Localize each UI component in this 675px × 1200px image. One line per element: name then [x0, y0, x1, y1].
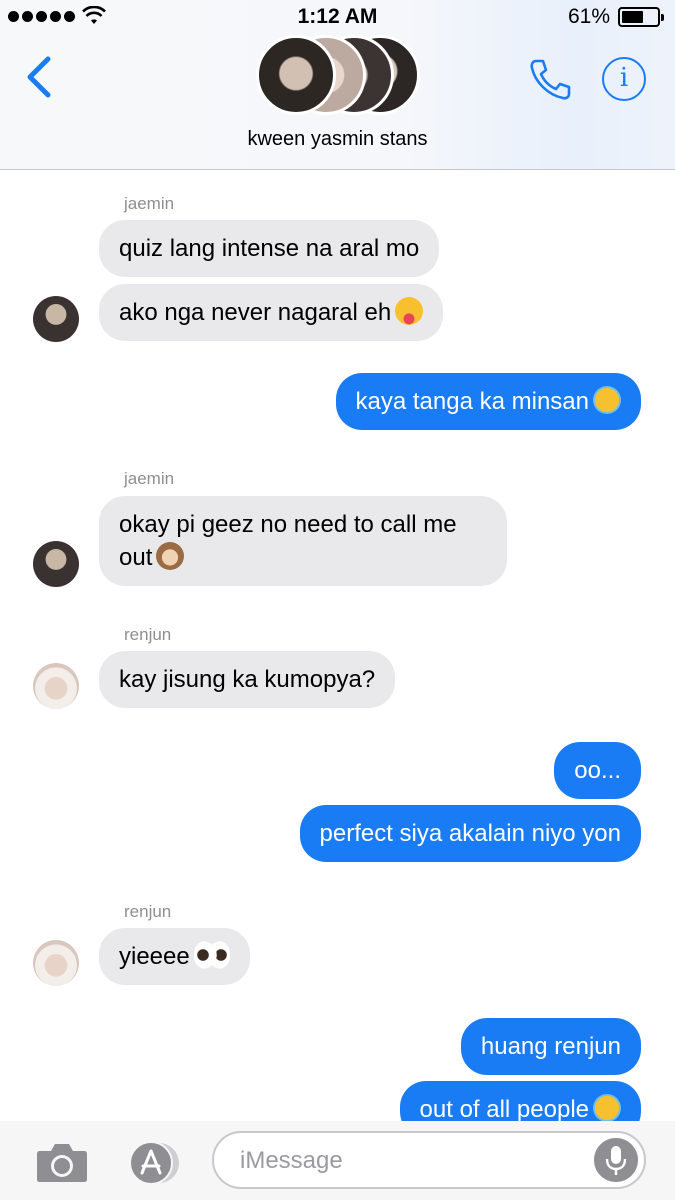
incoming-message-bubble[interactable]: kay jisung ka kumopya? — [99, 651, 396, 708]
avatar — [256, 35, 336, 115]
outgoing-message-bubble[interactable]: huang renjun — [460, 1018, 641, 1075]
loudly-crying-emoji — [593, 386, 621, 414]
message-text: kay jisung ka kumopya? — [119, 666, 376, 693]
chevron-left-icon[interactable] — [22, 55, 58, 99]
message-thread[interactable]: jaemin quiz lang intense na aral mo ako … — [0, 171, 675, 1121]
app-store-icon[interactable] — [123, 1141, 183, 1185]
group-name[interactable]: kween yasmin stans — [0, 128, 675, 151]
sender-name: jaemin — [124, 194, 175, 213]
battery-icon — [618, 7, 664, 27]
outgoing-message-bubble[interactable]: kaya tanga ka minsan — [335, 373, 641, 430]
sender-name: renjun — [124, 902, 172, 921]
info-icon[interactable]: i — [602, 57, 646, 101]
status-bar: 1:12 AM 61% — [0, 0, 675, 34]
avatar[interactable] — [33, 663, 79, 709]
message-text: kaya tanga ka minsan — [355, 388, 589, 415]
avatar[interactable] — [33, 296, 79, 342]
message-text: quiz lang intense na aral mo — [119, 235, 420, 262]
sender-name: renjun — [124, 625, 172, 644]
see-no-evil-monkey-emoji — [156, 542, 185, 570]
eyes-emoji — [193, 941, 230, 969]
avatar[interactable] — [33, 541, 79, 587]
outgoing-message-bubble[interactable]: oo... — [554, 742, 641, 799]
message-text: oo... — [574, 757, 621, 784]
camera-icon[interactable] — [36, 1141, 88, 1183]
incoming-message-bubble[interactable]: okay pi geez no need to call me out — [99, 496, 507, 586]
phone-icon[interactable] — [527, 58, 573, 100]
microphone-icon[interactable] — [594, 1138, 638, 1182]
conversation-header: 1:12 AM 61% kween yasmin stans i — [0, 0, 675, 170]
squinting-tongue-emoji — [395, 297, 424, 325]
sender-name: jaemin — [124, 469, 175, 488]
message-text: out of all people — [419, 1096, 589, 1121]
outgoing-message-bubble[interactable]: perfect siya akalain niyo yon — [299, 805, 641, 862]
message-input[interactable]: iMessage — [212, 1131, 646, 1189]
group-avatars[interactable] — [256, 35, 426, 117]
message-text: yieeee — [119, 943, 190, 970]
incoming-message-bubble[interactable]: quiz lang intense na aral mo — [99, 220, 440, 277]
message-text: huang renjun — [480, 1033, 621, 1060]
incoming-message-bubble[interactable]: ako nga never nagaral eh — [99, 284, 444, 341]
incoming-message-bubble[interactable]: yieeee — [99, 928, 250, 985]
loudly-crying-emoji — [593, 1094, 621, 1121]
outgoing-message-bubble[interactable]: out of all people — [399, 1081, 641, 1121]
message-input-placeholder: iMessage — [240, 1147, 343, 1174]
compose-bar: iMessage — [0, 1121, 675, 1200]
message-text: perfect siya akalain niyo yon — [319, 820, 622, 847]
message-text: ako nga never nagaral eh — [119, 299, 392, 326]
battery-percent: 61% — [568, 5, 611, 28]
avatar[interactable] — [33, 940, 79, 986]
